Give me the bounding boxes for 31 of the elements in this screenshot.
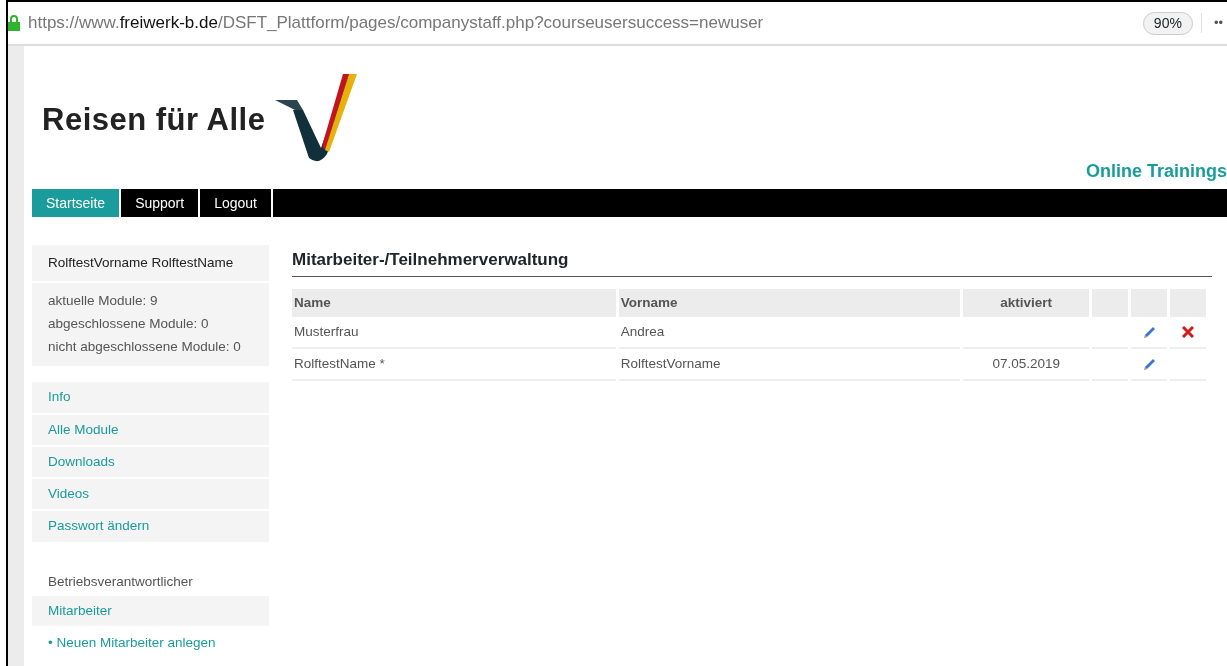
user-name: RolftestVorname RolftestName	[32, 245, 269, 282]
page-title: Mitarbeiter-/Teilnehmerverwaltung	[292, 247, 1212, 277]
more-menu-button[interactable]: ••	[1200, 13, 1227, 33]
column-header: Name	[292, 288, 616, 317]
column-header: aktiviert	[963, 288, 1090, 317]
table-cell: 07.05.2019	[963, 349, 1090, 382]
sidebar-link[interactable]: Alle Module	[32, 414, 269, 445]
stat-text: abgeschlossene Module: 0	[48, 315, 210, 334]
site-tagline: Online Trainings	[1084, 160, 1227, 183]
sidebar-link[interactable]: Mitarbeiter	[32, 595, 269, 626]
sidebar-sublink[interactable]: • Neuen Mitarbeiter anlegen	[32, 628, 232, 659]
table-cell: Musterfrau	[292, 316, 616, 349]
sidebar-link[interactable]: Passwort ändern	[32, 511, 269, 542]
pencil-icon[interactable]	[1142, 357, 1156, 371]
nav-tab[interactable]: Startseite	[32, 189, 122, 217]
zoom-level-button[interactable]: 90%	[1142, 11, 1193, 35]
sidebar-link[interactable]: Info	[32, 382, 269, 413]
logo-text: Reisen für Alle	[42, 100, 266, 139]
delete-icon[interactable]	[1182, 326, 1194, 339]
stat-text: nicht abgeschlossene Module: 0	[48, 338, 242, 357]
table-cell: RolftestName *	[292, 349, 616, 382]
table-cell: Andrea	[618, 316, 961, 349]
sidebar-link[interactable]: Downloads	[32, 446, 269, 477]
table-cell: RolftestVorname	[618, 349, 961, 382]
section-label: Betriebsverantwortlicher	[47, 572, 194, 591]
sidebar-link[interactable]: Videos	[32, 479, 269, 510]
pencil-icon[interactable]	[1142, 325, 1156, 339]
column-header: Vorname	[618, 288, 961, 317]
url-field[interactable]: https://www.freiwerk-b.de/DSFT_Plattform/pages/companystaff.php?courseusersuccess=newuser	[28, 10, 764, 36]
lock-icon	[8, 15, 20, 31]
stat-text: aktuelle Module: 9	[48, 292, 159, 311]
